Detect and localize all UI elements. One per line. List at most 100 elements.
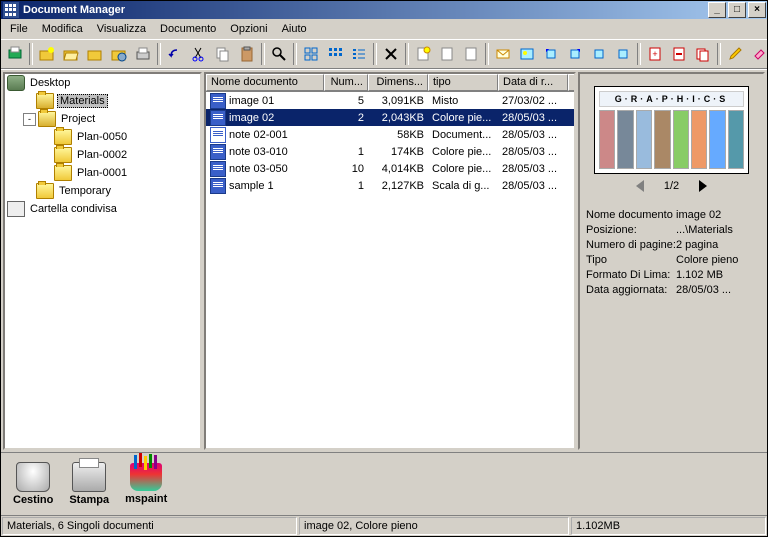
eraser-button[interactable] [747,42,768,66]
titlebar: Document Manager _ □ × [1,1,767,19]
word-doc-icon [210,127,226,143]
folder-icon [36,183,54,199]
body-area: Desktop Materials-ProjectPlan-0050Plan-0… [1,69,767,452]
launch-printer[interactable]: Stampa [69,462,109,506]
bottom-area: Cestino Stampa mspaint Materials, 6 Singol… [1,452,767,536]
doc-icon [210,144,226,160]
shared-icon [7,201,25,217]
launch-bar: Cestino Stampa mspaint [1,455,767,515]
status-size: 1.102MB [571,517,766,535]
doc-remove-button[interactable] [667,42,691,66]
list-row[interactable]: image 0222,043KBColore pie...28/05/03 ..… [206,109,574,126]
doc-add-button[interactable]: + [643,42,667,66]
rotate-left-button[interactable] [539,42,563,66]
maximize-button[interactable]: □ [728,2,746,18]
menu-aiuto[interactable]: Aiuto [275,21,314,37]
mail-button[interactable] [491,42,515,66]
folder-star-button[interactable] [83,42,107,66]
tree-shared[interactable]: Cartella condivisa [5,200,200,218]
doc-button-2[interactable] [435,42,459,66]
menu-documento[interactable]: Documento [153,21,223,37]
svg-text:+: + [652,49,657,59]
view-list-button[interactable] [347,42,371,66]
desktop-icon [7,75,25,91]
preview-panel: G·R·A·P·H·I·C·S 1/2 Nome documentoimage … [578,72,765,450]
minimize-button[interactable]: _ [708,2,726,18]
tree-item[interactable]: -Project [5,110,200,128]
list-row[interactable]: sample 112,127KBScala di g...28/05/03 ..… [206,177,574,194]
app-window: Document Manager _ □ × File Modifica Vis… [0,0,768,537]
paint-icon [130,463,162,491]
prev-page-button[interactable] [636,180,644,192]
window-title: Document Manager [23,4,707,16]
menu-file[interactable]: File [3,21,35,37]
delete-button[interactable] [379,42,403,66]
launch-trash[interactable]: Cestino [13,462,53,506]
tree-item[interactable]: Plan-0002 [5,146,200,164]
next-page-button[interactable] [699,180,707,192]
tree-item[interactable]: Materials [5,92,200,110]
copy-button[interactable] [211,42,235,66]
properties: Nome documentoimage 02Posizione:...\Mate… [586,206,757,299]
menu-modifica[interactable]: Modifica [35,21,90,37]
status-bar: Materials, 6 Singoli documenti image 02,… [1,515,767,536]
list-header: Nome documento Num... Dimens... tipo Dat… [206,74,574,92]
view-small-icons-button[interactable] [323,42,347,66]
view-large-icons-button[interactable] [299,42,323,66]
scan-button[interactable] [3,42,27,66]
docs-button[interactable] [691,42,715,66]
app-icon [3,2,19,18]
launch-paint[interactable]: mspaint [125,463,167,505]
document-list: Nome documento Num... Dimens... tipo Dat… [204,72,576,450]
doc-icon [210,93,226,109]
folder-open-button[interactable] [59,42,83,66]
menu-visualizza[interactable]: Visualizza [90,21,153,37]
cut-button[interactable] [187,42,211,66]
page-indicator: 1/2 [664,180,679,192]
folder-icon [38,111,56,127]
list-row[interactable]: note 03-050104,014KBColore pie...28/05/0… [206,160,574,177]
toolbar: + [1,39,767,69]
doc-new-button[interactable] [411,42,435,66]
list-row[interactable]: note 03-0101174KBColore pie...28/05/03 .… [206,143,574,160]
tree-item[interactable]: Temporary [5,182,200,200]
doc-icon [210,161,226,177]
folder-icon [36,93,54,109]
col-name[interactable]: Nome documento [206,74,324,91]
thumbnail[interactable]: G·R·A·P·H·I·C·S [594,86,749,174]
paste-button[interactable] [235,42,259,66]
tree-desktop[interactable]: Desktop [5,74,200,92]
folder-icon [54,147,72,163]
search-button[interactable] [267,42,291,66]
printer-icon [72,462,106,492]
edit-button[interactable] [587,42,611,66]
rotate-right-button[interactable] [563,42,587,66]
close-button[interactable]: × [748,2,766,18]
list-row[interactable]: note 02-00158KBDocument...28/05/03 ... [206,126,574,143]
list-row[interactable]: image 0153,091KBMisto27/03/02 ... [206,92,574,109]
doc-icon [210,110,226,126]
folder-icon [54,129,72,145]
image-button[interactable] [515,42,539,66]
doc-icon [210,178,226,194]
print-button[interactable] [131,42,155,66]
pager: 1/2 [594,180,749,192]
send-button[interactable] [611,42,635,66]
thumb-title: G·R·A·P·H·I·C·S [599,91,744,107]
folder-net-button[interactable] [107,42,131,66]
col-date[interactable]: Data di r... [498,74,568,91]
col-dim[interactable]: Dimens... [368,74,428,91]
menu-opzioni[interactable]: Opzioni [223,21,274,37]
undo-button[interactable] [163,42,187,66]
status-doc: image 02, Colore pieno [299,517,569,535]
status-folder: Materials, 6 Singoli documenti [2,517,297,535]
folder-new-button[interactable] [35,42,59,66]
brush-button[interactable] [723,42,747,66]
doc-button-3[interactable] [459,42,483,66]
tree-item[interactable]: Plan-0001 [5,164,200,182]
trash-icon [16,462,50,492]
col-num[interactable]: Num... [324,74,368,91]
col-tipo[interactable]: tipo [428,74,498,91]
folder-tree[interactable]: Desktop Materials-ProjectPlan-0050Plan-0… [3,72,202,450]
tree-item[interactable]: Plan-0050 [5,128,200,146]
